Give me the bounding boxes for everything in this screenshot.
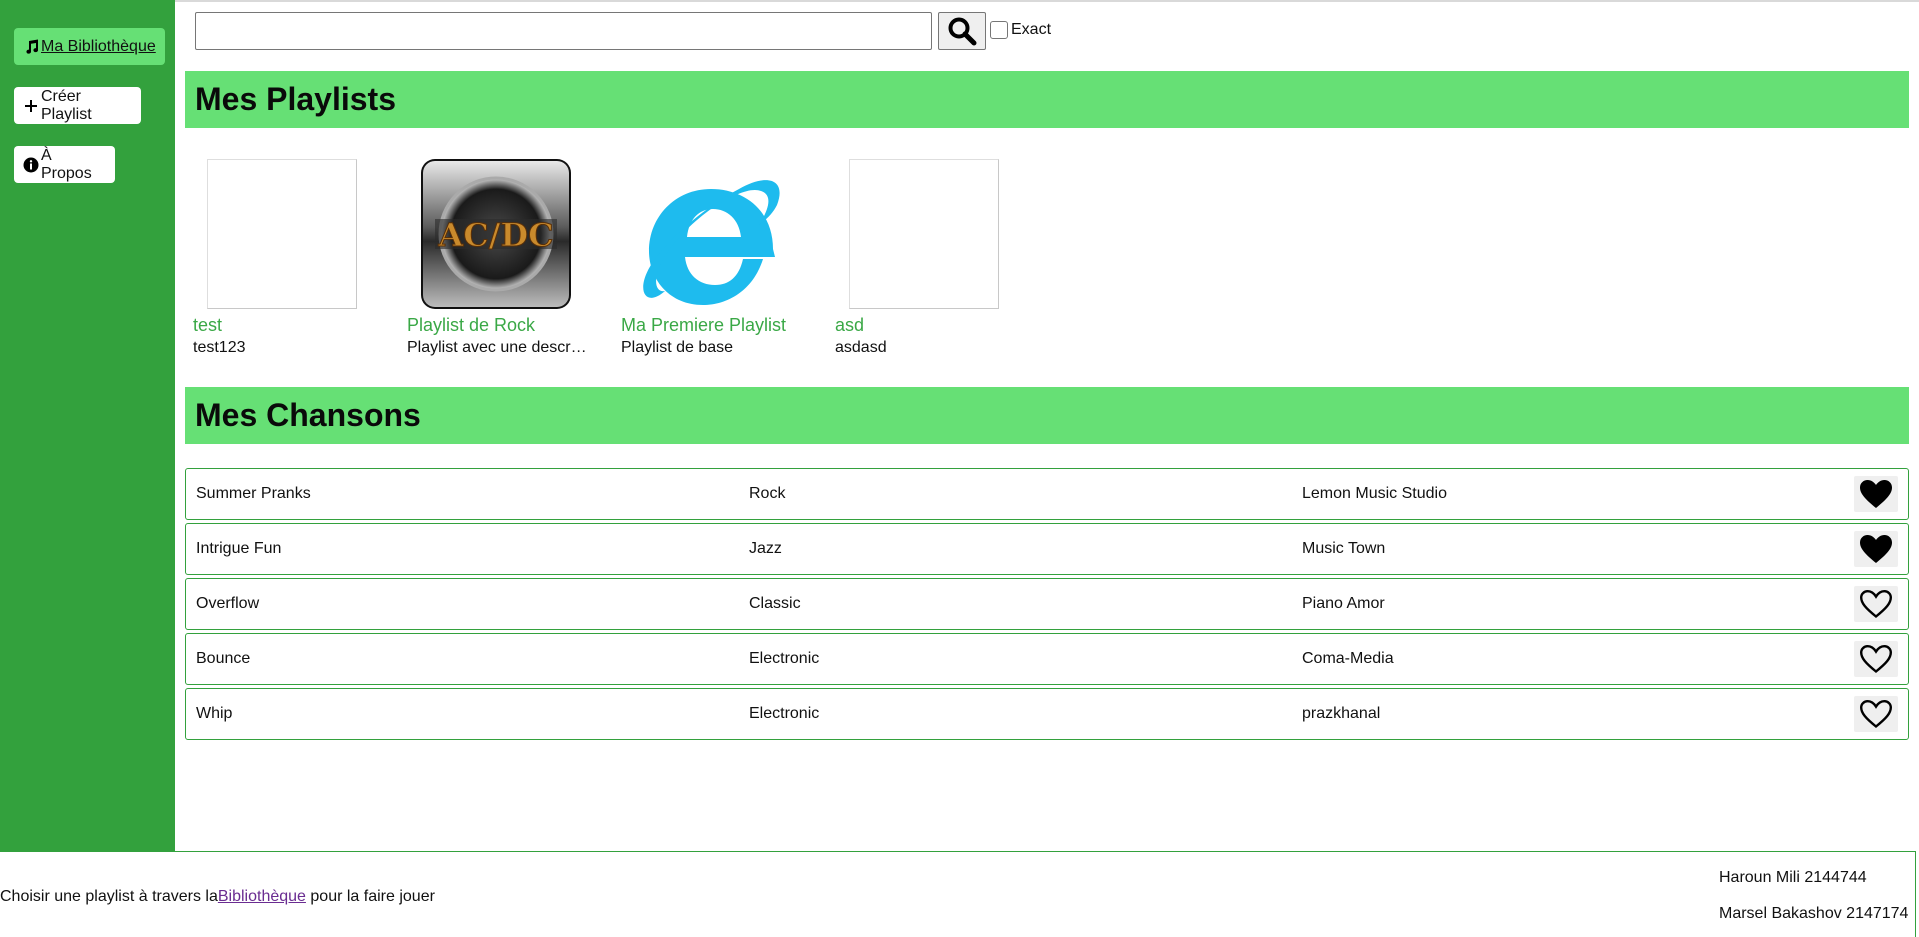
heart-outline-icon <box>1859 699 1893 729</box>
top-border <box>0 0 1919 2</box>
playlist-name[interactable]: Ma Premiere Playlist <box>621 315 786 336</box>
song-title: Intrigue Fun <box>196 540 282 557</box>
info-circle-icon <box>23 157 39 173</box>
search-icon <box>947 16 977 46</box>
footer-message: Choisir une playlist à travers laBibliot… <box>0 888 435 906</box>
like-button[interactable] <box>1854 586 1898 622</box>
heart-outline-icon <box>1859 589 1893 619</box>
song-genre: Classic <box>749 595 801 612</box>
broken-image-icon <box>207 159 357 309</box>
sidebar-item-label: Créer Playlist <box>41 87 92 123</box>
sidebar-item-label: À Propos <box>41 146 92 182</box>
song-title: Bounce <box>196 650 251 667</box>
sidebar: Ma Bibliothèque Créer Playlist À Propos <box>0 0 175 852</box>
song-genre: Electronic <box>749 650 820 667</box>
playlist-name[interactable]: Playlist de Rock <box>407 315 535 336</box>
like-button[interactable] <box>1854 641 1898 677</box>
song-genre: Rock <box>749 485 786 502</box>
search-input[interactable] <box>195 12 932 50</box>
song-row[interactable]: Overflow Classic Piano Amor <box>185 578 1909 630</box>
music-note-icon <box>23 39 39 55</box>
svg-text:AC/DC: AC/DC <box>437 216 553 254</box>
playlist-description: asdasd <box>835 339 887 356</box>
sidebar-item-create-playlist[interactable]: Créer Playlist <box>14 87 141 124</box>
playlist-description: Playlist avec une descr… <box>407 339 587 356</box>
song-row[interactable]: Whip Electronic prazkhanal <box>185 688 1909 740</box>
heart-filled-icon <box>1860 480 1892 508</box>
song-title: Whip <box>196 705 233 722</box>
internet-explorer-logo-image <box>635 159 785 309</box>
acdc-logo-image: AC/DC <box>421 159 571 309</box>
sidebar-item-library[interactable]: Ma Bibliothèque <box>14 28 165 65</box>
like-button[interactable] <box>1854 531 1898 567</box>
plus-icon <box>23 98 39 114</box>
song-artist: prazkhanal <box>1302 705 1381 722</box>
sidebar-item-label: Ma Bibliothèque <box>41 37 156 55</box>
exact-checkbox[interactable] <box>990 21 1008 39</box>
songs-section-title: Mes Chansons <box>185 387 1909 444</box>
like-button[interactable] <box>1854 476 1898 512</box>
playlists-section-title: Mes Playlists <box>185 71 1909 128</box>
song-title: Summer Pranks <box>196 485 311 502</box>
exact-label: Exact <box>1011 21 1052 38</box>
search-button[interactable] <box>938 12 986 50</box>
footer-text-before: Choisir une playlist à travers la <box>0 888 218 905</box>
author-credit: Marsel Bakashov 2147174 <box>1719 905 1909 922</box>
like-button[interactable] <box>1854 696 1898 732</box>
song-genre: Electronic <box>749 705 820 722</box>
playlist-name[interactable]: asd <box>835 315 864 336</box>
author-credit: Haroun Mili 2144744 <box>1719 869 1867 886</box>
song-artist: Music Town <box>1302 540 1386 557</box>
song-artist: Coma-Media <box>1302 650 1394 667</box>
playlist-description: Playlist de base <box>621 339 734 356</box>
footer-text-after: pour la faire jouer <box>305 888 435 905</box>
heart-filled-icon <box>1860 535 1892 563</box>
library-link[interactable]: Bibliothèque <box>218 888 306 905</box>
song-title: Overflow <box>196 595 260 612</box>
exact-toggle[interactable]: Exact <box>990 21 1051 39</box>
broken-image-icon <box>849 159 999 309</box>
song-row[interactable]: Intrigue Fun Jazz Music Town <box>185 523 1909 575</box>
heart-outline-icon <box>1859 644 1893 674</box>
playlist-name[interactable]: test <box>193 315 222 336</box>
song-row[interactable]: Bounce Electronic Coma-Media <box>185 633 1909 685</box>
footer: Choisir une playlist à travers laBibliot… <box>0 851 1916 937</box>
song-row[interactable]: Summer Pranks Rock Lemon Music Studio <box>185 468 1909 520</box>
song-genre: Jazz <box>749 540 782 557</box>
song-artist: Piano Amor <box>1302 595 1385 612</box>
playlist-description: test123 <box>193 339 246 356</box>
sidebar-item-about[interactable]: À Propos <box>14 146 115 183</box>
song-artist: Lemon Music Studio <box>1302 485 1447 502</box>
